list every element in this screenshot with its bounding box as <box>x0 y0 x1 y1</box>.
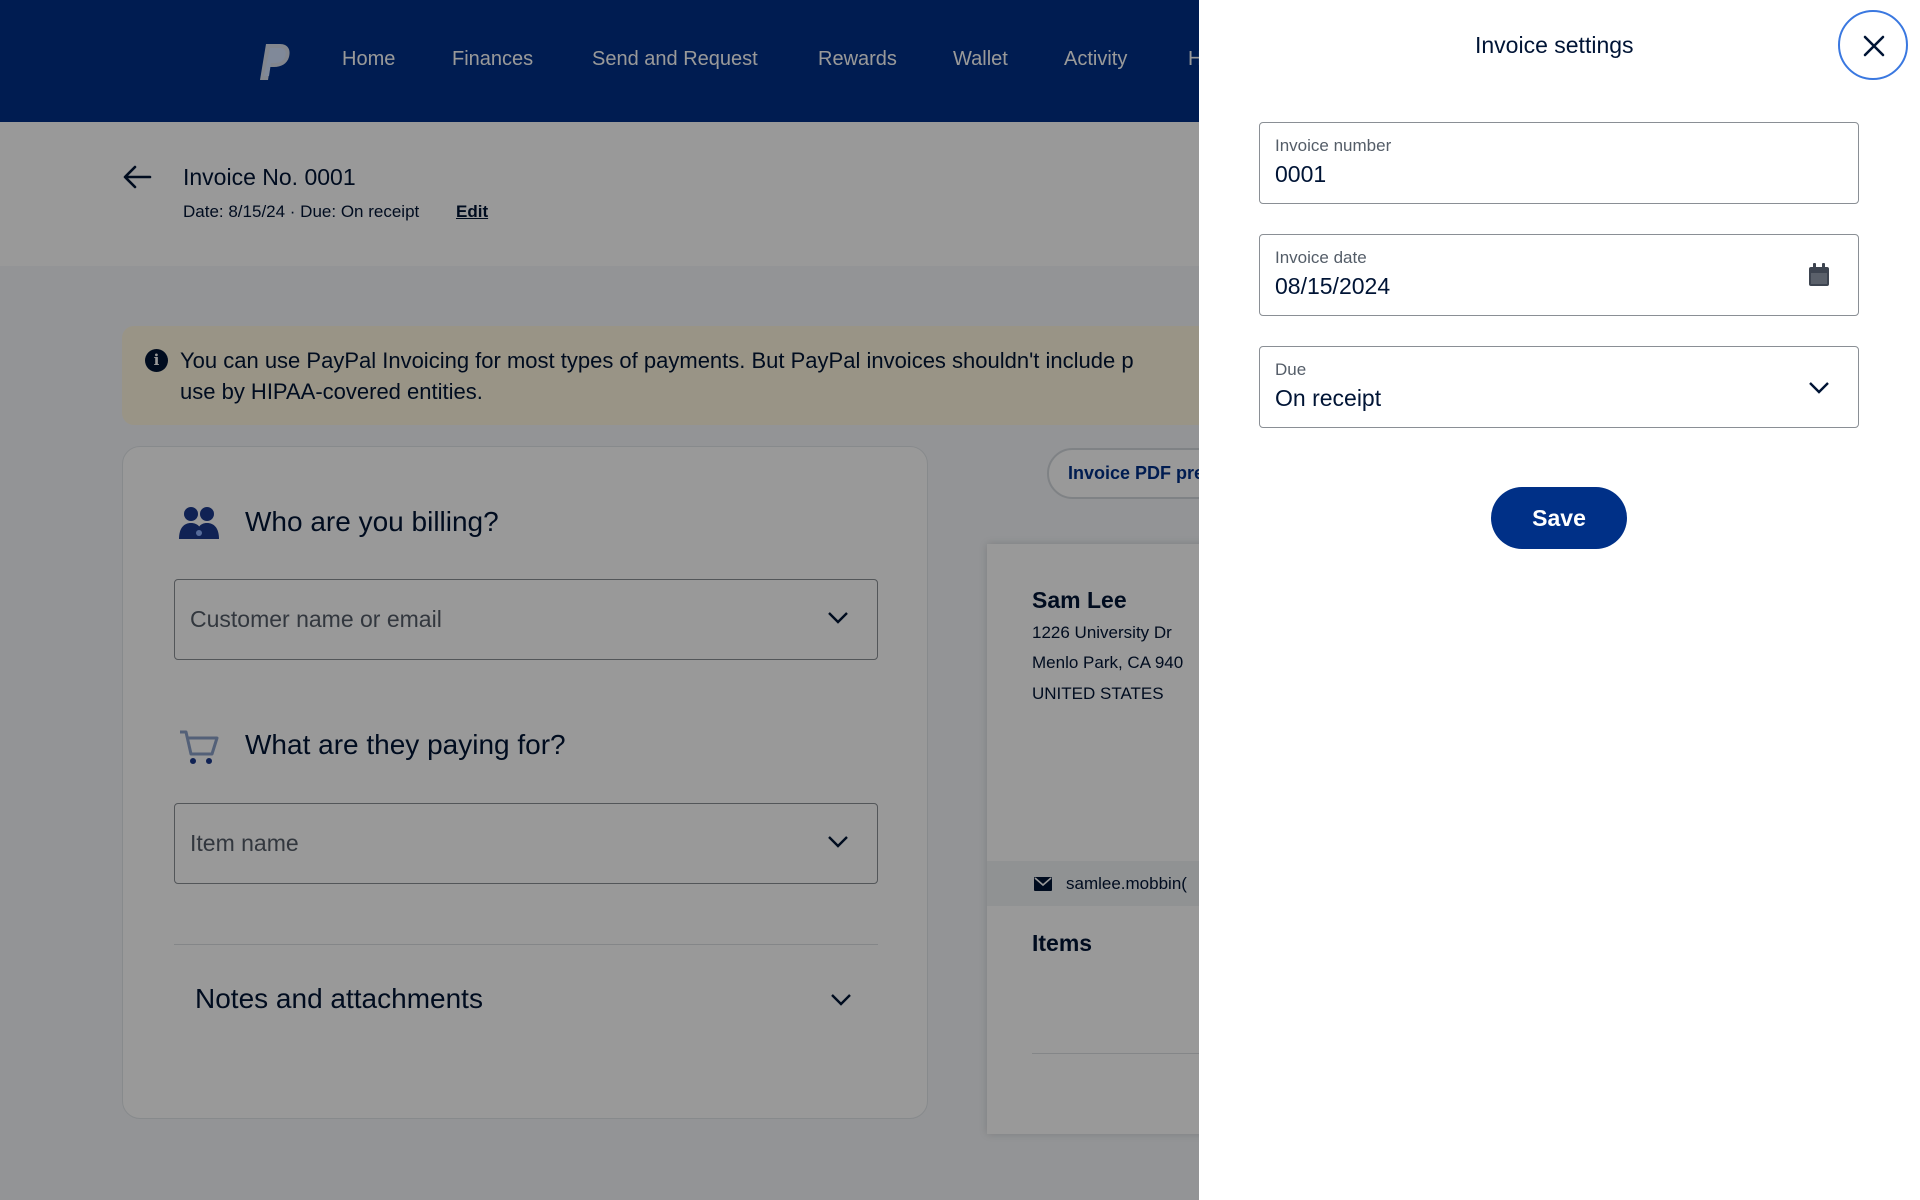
invoice-date-field[interactable]: Invoice date 08/15/2024 <box>1259 234 1859 316</box>
close-button[interactable] <box>1838 10 1908 80</box>
invoice-number-label: Invoice number <box>1275 136 1392 155</box>
panel-title: Invoice settings <box>1475 32 1634 58</box>
chevron-down-icon <box>1809 382 1829 394</box>
invoice-number-value[interactable]: 0001 <box>1275 161 1326 188</box>
invoice-date-value[interactable]: 08/15/2024 <box>1275 273 1390 300</box>
save-button[interactable]: Save <box>1491 487 1627 549</box>
due-label: Due <box>1275 360 1307 379</box>
invoice-date-label: Invoice date <box>1275 248 1367 267</box>
due-value: On receipt <box>1275 385 1382 411</box>
modal-overlay[interactable] <box>0 0 1200 1200</box>
close-icon <box>1863 35 1885 57</box>
due-select[interactable]: Due On receipt <box>1259 346 1859 428</box>
invoice-number-field[interactable]: Invoice number 0001 <box>1259 122 1859 204</box>
background-page: Home Finances Send and Request Rewards W… <box>0 0 1200 1200</box>
calendar-icon[interactable] <box>1808 263 1830 287</box>
